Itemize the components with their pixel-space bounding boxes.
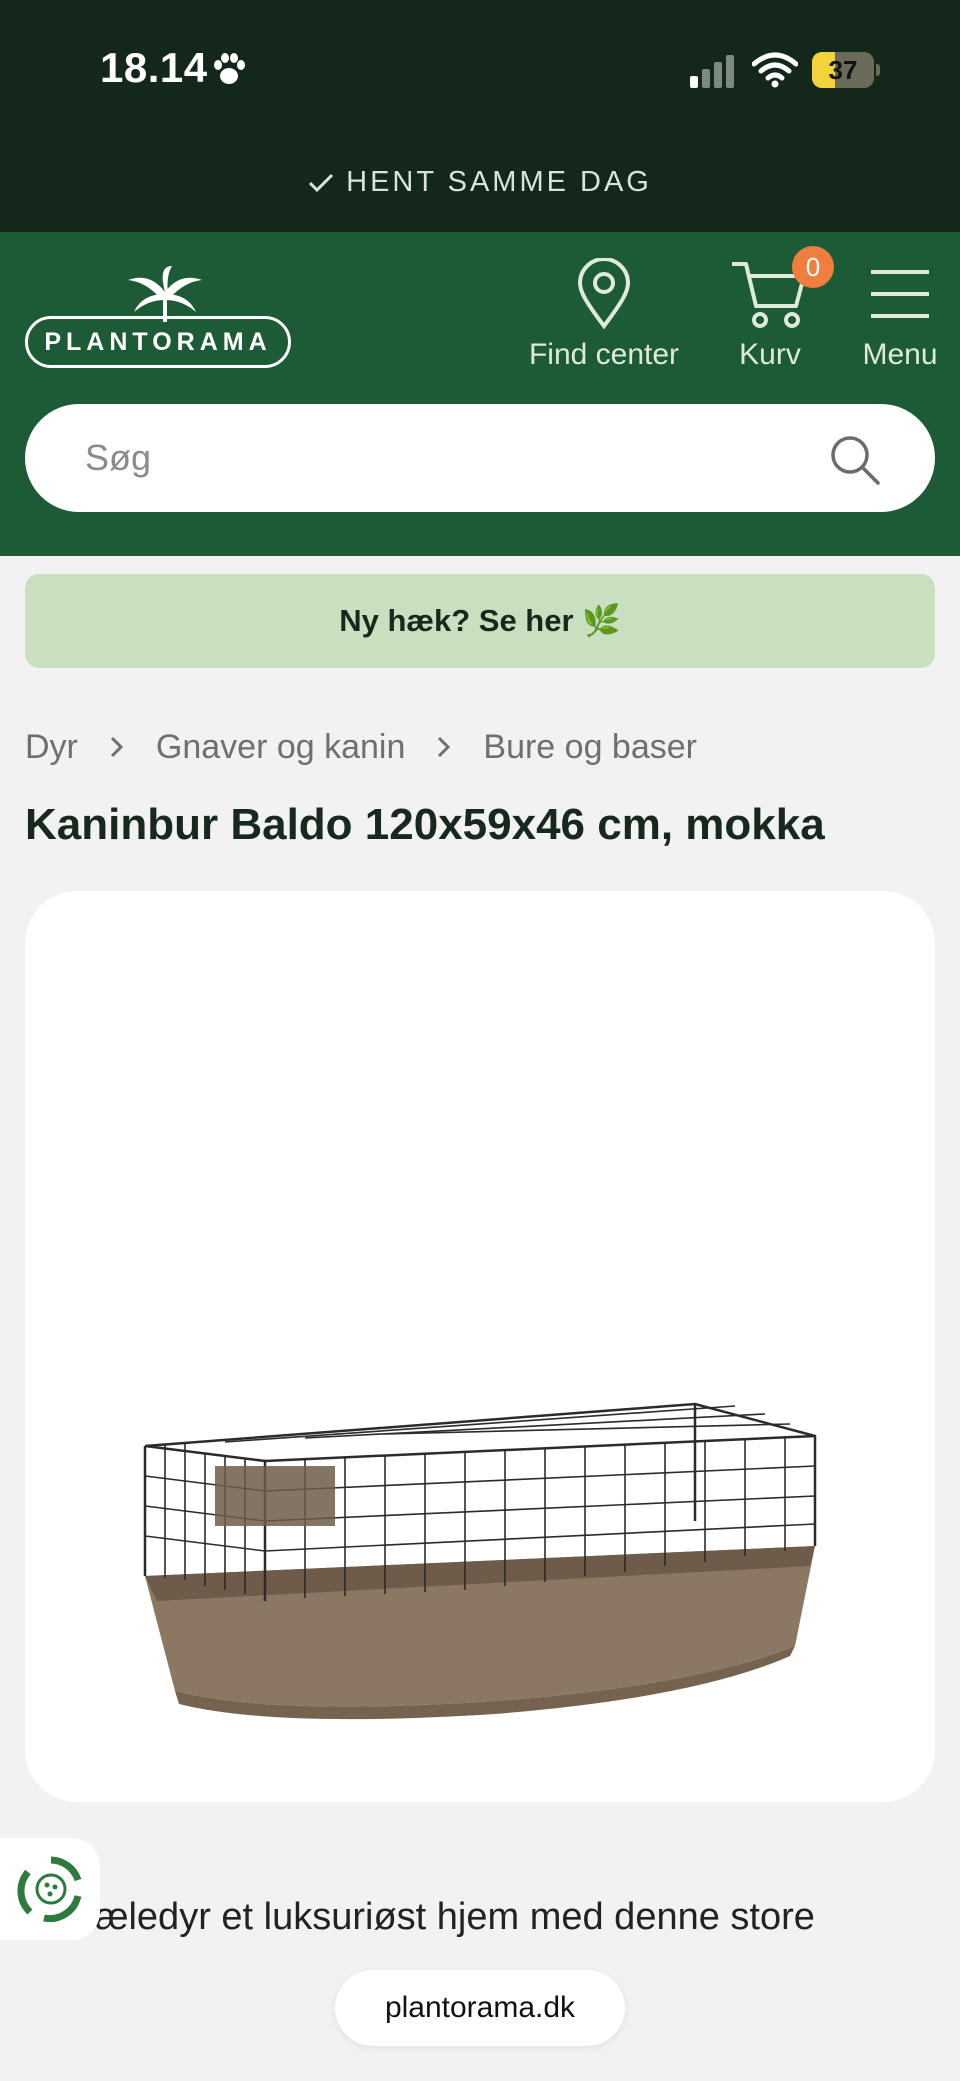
wifi-icon [752, 52, 798, 88]
hedge-promo-banner[interactable]: Ny hæk? Se her 🌿 [25, 574, 935, 668]
battery-indicator: 37 [812, 52, 880, 88]
cellular-signal-icon [690, 55, 734, 88]
plantorama-logo[interactable]: PLANTORAMA [25, 264, 291, 370]
status-time: 18.14 [100, 44, 208, 91]
palm-logo-icon [128, 266, 202, 322]
product-title: Kaninbur Baldo 120x59x46 cm, mokka [25, 800, 825, 849]
menu-button[interactable]: Menu [852, 258, 948, 372]
chevron-right-icon [438, 736, 451, 758]
sustainability-badge[interactable] [0, 1838, 100, 1940]
same-day-pickup-promo: HENT SAMME DAG [0, 166, 960, 199]
logo-text: PLANTORAMA [25, 316, 291, 368]
paw-icon [214, 53, 245, 84]
breadcrumb: Dyr Gnaver og kanin Bure og baser [25, 726, 697, 768]
product-image-card[interactable] [25, 891, 935, 1802]
search-input[interactable] [85, 404, 785, 512]
breadcrumb-item[interactable]: Gnaver og kanin [156, 728, 406, 767]
hamburger-menu-icon [871, 270, 929, 318]
search-bar [25, 404, 935, 512]
find-center-button[interactable]: Find center [520, 258, 688, 372]
product-description: dit kæledyr et luksuriøst hjem med denne… [25, 1896, 815, 1938]
cart-count-badge: 0 [792, 246, 834, 288]
breadcrumb-item[interactable]: Bure og baser [483, 728, 697, 767]
find-center-label: Find center [528, 338, 680, 371]
recycle-icon [17, 1856, 82, 1923]
location-pin-icon [577, 258, 631, 330]
search-icon[interactable] [829, 434, 881, 486]
check-icon [309, 174, 334, 193]
chevron-right-icon [110, 736, 124, 758]
cart-label: Kurv [739, 338, 801, 371]
battery-level: 37 [828, 55, 858, 85]
product-image [143, 1402, 817, 1720]
browser-url-bar[interactable]: plantorama.dk [335, 1970, 625, 2046]
breadcrumb-item[interactable]: Dyr [25, 728, 78, 767]
menu-label: Menu [862, 338, 938, 371]
promo-text: HENT SAMME DAG [346, 166, 652, 198]
